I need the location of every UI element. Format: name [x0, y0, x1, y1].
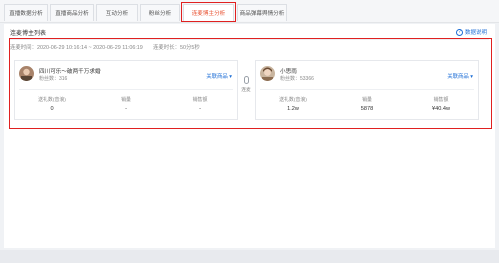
- stat-sales-volume: 销量 -: [89, 96, 163, 112]
- avatar: [260, 66, 275, 81]
- data-help-link[interactable]: ? 数据说明: [455, 28, 487, 36]
- card-divider: [260, 89, 474, 90]
- stat-sales-volume: 销量 5878: [330, 96, 404, 112]
- linked-goods-label: 关联商品: [447, 74, 469, 80]
- anchor-name[interactable]: 四川可乐～破两千万求婚: [39, 67, 101, 75]
- co-host-label: 连麦: [241, 88, 251, 93]
- analysis-tab-bar: 直播数据分析 直播商品分析 互动分析 粉丝分析 连麦博主分析 商品弹幕舆情分析: [0, 0, 499, 23]
- tab-interaction[interactable]: 互动分析: [96, 4, 138, 21]
- card-divider: [19, 89, 233, 90]
- caret-down-icon: ▾: [470, 74, 473, 80]
- stat-sales-amount: 销售额 ¥40.4w: [404, 96, 478, 112]
- stat-label: 销量: [362, 98, 372, 103]
- stat-label: 送礼数(音浪): [38, 98, 66, 103]
- stat-sales-amount: 销售额 -: [163, 96, 237, 112]
- anchor-name[interactable]: 小思雨: [280, 67, 297, 75]
- caret-down-icon: ▾: [229, 74, 232, 80]
- linked-goods-dropdown[interactable]: 关联商品 ▾: [447, 72, 473, 80]
- question-icon: ?: [455, 28, 463, 36]
- active-tab-highlight: [181, 2, 236, 22]
- tab-live-data[interactable]: 直播数据分析: [4, 4, 48, 21]
- panel-title: 连麦博主列表: [10, 31, 47, 37]
- stat-value: 1.2w: [287, 106, 299, 112]
- linked-goods-dropdown[interactable]: 关联商品 ▾: [206, 72, 232, 80]
- stat-label: 销售额: [433, 98, 449, 103]
- anchor-fans: 粉丝数：316: [39, 76, 68, 82]
- stat-value: 0: [50, 106, 54, 112]
- linked-goods-label: 关联商品: [206, 74, 228, 80]
- data-help-label: 数据说明: [464, 30, 487, 36]
- stat-value: -: [199, 106, 201, 112]
- tab-live-goods[interactable]: 直播商品分析: [50, 4, 94, 21]
- anchor-fans: 粉丝数：53366: [280, 76, 314, 82]
- stat-label: 销量: [121, 98, 131, 103]
- tab-fans[interactable]: 粉丝分析: [140, 4, 180, 21]
- page-footer-band: [0, 250, 499, 263]
- tab-comment-sentiment[interactable]: 商品弹幕舆情分析: [237, 4, 287, 21]
- stat-value: -: [125, 106, 127, 112]
- stat-label: 送礼数(音浪): [279, 98, 307, 103]
- stat-value: ¥40.4w: [431, 106, 451, 112]
- stat-value: 5878: [360, 106, 374, 112]
- stat-gifts: 送礼数(音浪) 0: [15, 96, 89, 112]
- anchor-card-left: 四川可乐～破两千万求婚 粉丝数：316 关联商品 ▾ 送礼数(音浪) 0 销量 …: [14, 60, 238, 120]
- anchor-card-right: 小思雨 粉丝数：53366 关联商品 ▾ 送礼数(音浪) 1.2w 销量 587…: [255, 60, 479, 120]
- co-host-connector: 连麦: [240, 76, 252, 93]
- stat-gifts: 送礼数(音浪) 1.2w: [256, 96, 330, 112]
- stat-label: 销售额: [192, 98, 208, 103]
- avatar: [19, 66, 34, 81]
- microphone-icon: [243, 76, 249, 84]
